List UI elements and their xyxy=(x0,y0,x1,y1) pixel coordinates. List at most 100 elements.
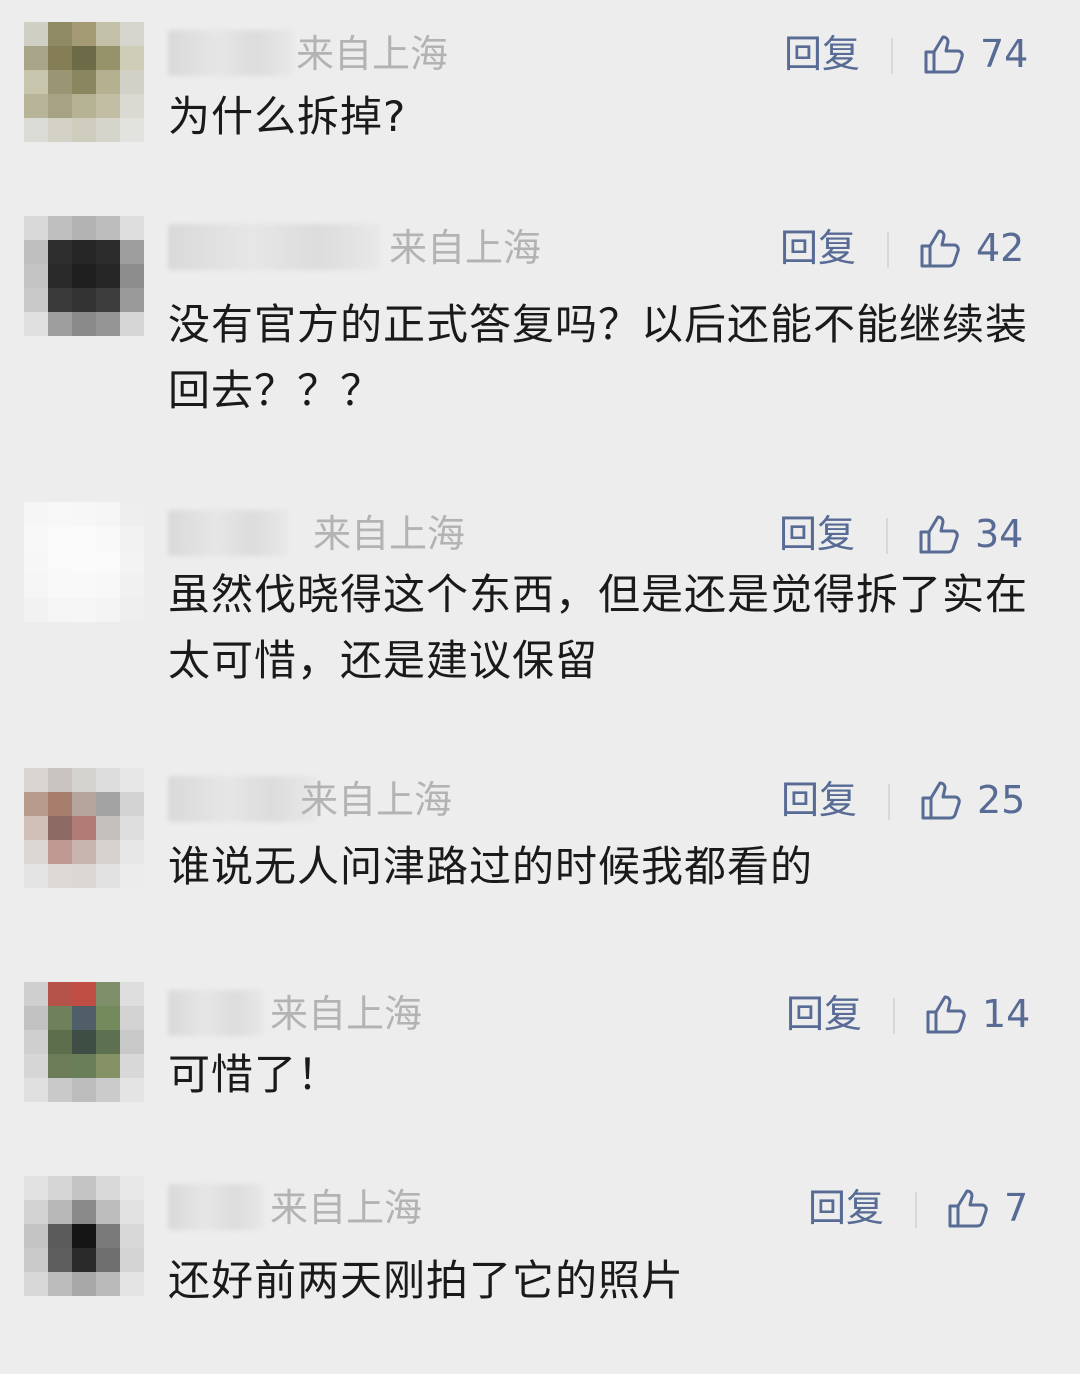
avatar-pixel xyxy=(48,840,72,864)
avatar-pixel xyxy=(48,216,72,240)
avatar-pixel xyxy=(96,216,120,240)
avatar-pixel xyxy=(48,1030,72,1054)
reply-button[interactable]: 回复 xyxy=(780,220,856,276)
divider xyxy=(893,998,895,1034)
avatar-pixel xyxy=(120,240,144,264)
username-blurred[interactable] xyxy=(168,224,380,270)
avatar[interactable] xyxy=(24,502,144,622)
location-label: 来自上海 xyxy=(296,32,449,76)
like-button[interactable]: 74 xyxy=(920,24,1028,84)
avatar-pixel xyxy=(24,792,48,816)
reply-button[interactable]: 回复 xyxy=(808,1180,884,1236)
avatar-pixel xyxy=(96,792,120,816)
avatar[interactable] xyxy=(24,216,144,336)
avatar-pixel xyxy=(96,840,120,864)
avatar-pixel xyxy=(120,574,144,598)
avatar[interactable] xyxy=(24,22,144,142)
avatar-pixel xyxy=(96,1176,120,1200)
like-button[interactable]: 25 xyxy=(917,770,1025,830)
avatar-pixel xyxy=(48,982,72,1006)
avatar-pixel xyxy=(48,816,72,840)
avatar-pixel xyxy=(120,982,144,1006)
avatar-pixel xyxy=(24,118,48,142)
comment-text: 还好前两天刚拍了它的照片 xyxy=(168,1256,685,1305)
avatar-pixel xyxy=(24,526,48,550)
avatar-pixel xyxy=(72,574,96,598)
avatar-pixel xyxy=(96,118,120,142)
avatar-pixel xyxy=(48,118,72,142)
avatar-pixel xyxy=(96,1248,120,1272)
avatar-pixel xyxy=(24,1054,48,1078)
avatar-pixel xyxy=(96,1054,120,1078)
like-button[interactable]: 14 xyxy=(922,984,1030,1044)
avatar-pixel xyxy=(48,22,72,46)
username-blurred[interactable] xyxy=(168,30,293,76)
avatar-pixel xyxy=(24,502,48,526)
divider xyxy=(887,232,889,268)
avatar-pixel xyxy=(120,792,144,816)
avatar-pixel xyxy=(24,1176,48,1200)
username-blurred[interactable] xyxy=(168,990,264,1036)
like-button[interactable]: 34 xyxy=(915,504,1023,564)
like-count: 14 xyxy=(982,992,1031,1036)
avatar-pixel xyxy=(120,1006,144,1030)
avatar-pixel xyxy=(120,1272,144,1296)
avatar-pixel xyxy=(120,22,144,46)
avatar-pixel xyxy=(120,216,144,240)
avatar[interactable] xyxy=(24,982,144,1102)
avatar-pixel xyxy=(72,118,96,142)
avatar-pixel xyxy=(48,1272,72,1296)
avatar-pixel xyxy=(24,70,48,94)
reply-button[interactable]: 回复 xyxy=(779,506,855,562)
avatar-pixel xyxy=(24,598,48,622)
avatar-pixel xyxy=(72,1176,96,1200)
avatar-pixel xyxy=(72,1272,96,1296)
like-count: 25 xyxy=(977,778,1026,822)
like-button[interactable]: 42 xyxy=(916,218,1024,278)
avatar-pixel xyxy=(96,982,120,1006)
avatar-pixel xyxy=(24,816,48,840)
avatar[interactable] xyxy=(24,1176,144,1296)
avatar-pixel xyxy=(96,46,120,70)
avatar-pixel xyxy=(72,526,96,550)
avatar-pixel xyxy=(72,550,96,574)
reply-button[interactable]: 回复 xyxy=(786,986,862,1042)
username-blurred[interactable] xyxy=(168,1184,264,1230)
avatar-pixel xyxy=(120,1176,144,1200)
avatar-pixel xyxy=(48,1078,72,1102)
thumbs-up-icon xyxy=(920,30,968,78)
avatar-pixel xyxy=(120,70,144,94)
avatar-pixel xyxy=(96,264,120,288)
thumbs-up-icon xyxy=(916,224,964,272)
avatar-pixel xyxy=(48,70,72,94)
location-label: 来自上海 xyxy=(270,992,423,1036)
thumbs-up-icon xyxy=(944,1184,992,1232)
avatar[interactable] xyxy=(24,768,144,888)
avatar-pixel xyxy=(120,768,144,792)
thumbs-up-icon xyxy=(922,990,970,1038)
avatar-pixel xyxy=(72,312,96,336)
avatar-pixel xyxy=(72,1200,96,1224)
like-count: 42 xyxy=(976,226,1025,270)
avatar-pixel xyxy=(48,550,72,574)
avatar-pixel xyxy=(120,1200,144,1224)
avatar-pixel xyxy=(48,792,72,816)
avatar-pixel xyxy=(96,312,120,336)
avatar-pixel xyxy=(24,768,48,792)
like-count: 34 xyxy=(975,512,1024,556)
avatar-pixel xyxy=(24,864,48,888)
thumbs-up-icon xyxy=(917,776,965,824)
reply-button[interactable]: 回复 xyxy=(781,772,857,828)
username-blurred[interactable] xyxy=(168,510,288,556)
avatar-pixel xyxy=(96,1272,120,1296)
avatar-pixel xyxy=(24,840,48,864)
avatar-pixel xyxy=(120,118,144,142)
avatar-pixel xyxy=(24,312,48,336)
comment-text: 没有官方的正式答复吗？以后还能不能继续装回去？？？ xyxy=(168,300,1029,415)
reply-button[interactable]: 回复 xyxy=(784,26,860,82)
avatar-pixel xyxy=(96,1200,120,1224)
like-button[interactable]: 7 xyxy=(944,1178,1028,1238)
avatar-pixel xyxy=(48,264,72,288)
avatar-pixel xyxy=(120,264,144,288)
username-blurred[interactable] xyxy=(168,776,316,822)
